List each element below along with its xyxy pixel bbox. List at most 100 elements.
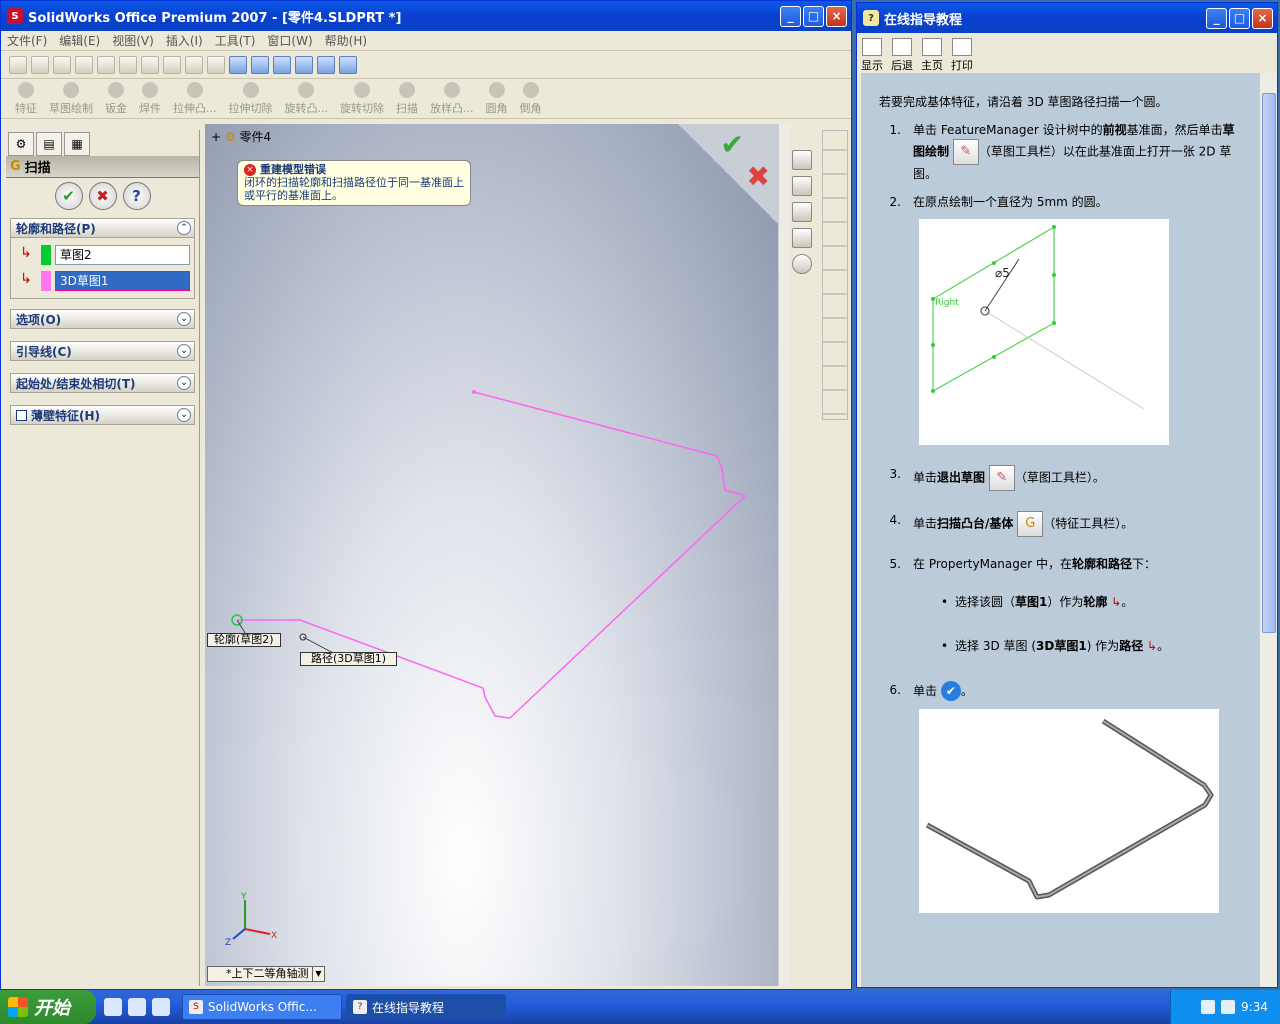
rotate-icon[interactable] bbox=[295, 55, 313, 74]
help-toolbar: 显示 后退 主页 打印 bbox=[857, 33, 1277, 73]
features-toolbar: 特征 草图绘制 钣金 焊件 拉伸凸... 拉伸切除 旋转凸... 旋转切除 扫描… bbox=[1, 79, 851, 119]
feature-btn-extrude-boss[interactable]: 拉伸凸... bbox=[173, 82, 217, 118]
show-desktop-icon[interactable] bbox=[128, 998, 146, 1016]
menu-help[interactable]: 帮助(H) bbox=[325, 32, 367, 49]
feature-btn-chamfer[interactable]: 倒角 bbox=[520, 82, 542, 118]
solidworks-logo-icon: S bbox=[7, 8, 23, 24]
profile-field[interactable]: 草图2 bbox=[55, 245, 190, 265]
start-button[interactable]: 开始 bbox=[0, 990, 96, 1024]
minimize-button[interactable]: _ bbox=[780, 6, 801, 27]
help-close-button[interactable]: × bbox=[1252, 8, 1273, 29]
feature-btn-fillet[interactable]: 圆角 bbox=[486, 82, 508, 118]
exit-sketch-icon: ✎ bbox=[988, 465, 1015, 491]
options-header[interactable]: 选项(O) ⌄ bbox=[10, 309, 195, 329]
feature-btn-sweep[interactable]: 扫描 bbox=[396, 82, 418, 118]
menu-view[interactable]: 视图(V) bbox=[112, 32, 154, 49]
task-solidworks[interactable]: S SolidWorks Offic... bbox=[182, 994, 342, 1020]
thin-header[interactable]: 薄壁特征(H) ⌄ bbox=[10, 405, 195, 425]
zoom-area-icon[interactable] bbox=[251, 55, 269, 74]
select-icon[interactable] bbox=[141, 55, 159, 74]
keyboard-icon[interactable] bbox=[1201, 1000, 1216, 1014]
help-button[interactable]: ? bbox=[122, 182, 151, 210]
help-show-button[interactable]: 显示 bbox=[861, 38, 883, 73]
collapse-pane-icon[interactable] bbox=[792, 254, 812, 274]
feature-btn-features[interactable]: 特征 bbox=[15, 82, 37, 118]
view-palette-icon[interactable] bbox=[792, 228, 812, 248]
help-print-button[interactable]: 打印 bbox=[951, 38, 973, 73]
property-manager-tab[interactable]: ▤ bbox=[36, 132, 62, 156]
open-icon[interactable] bbox=[31, 55, 49, 74]
help-minimize-button[interactable]: _ bbox=[1206, 8, 1227, 29]
expand-icon[interactable]: ⌄ bbox=[177, 312, 191, 326]
path-icon: ↳ bbox=[20, 271, 32, 287]
ie-icon[interactable] bbox=[104, 998, 122, 1016]
view-orientation-dropdown[interactable]: *上下二等角轴测 ▼ bbox=[207, 966, 325, 982]
task-help[interactable]: ? 在线指导教程 bbox=[346, 994, 506, 1020]
dropdown-arrow-icon[interactable]: ▼ bbox=[312, 967, 324, 981]
ok-button[interactable]: ✔ bbox=[54, 182, 83, 210]
menu-insert[interactable]: 插入(I) bbox=[166, 32, 203, 49]
help-home-button[interactable]: 主页 bbox=[921, 38, 943, 73]
feature-btn-extrude-cut[interactable]: 拉伸切除 bbox=[229, 82, 273, 118]
path-field[interactable]: 3D草图1 bbox=[55, 271, 190, 291]
close-button[interactable]: × bbox=[826, 6, 847, 27]
help-scroll-thumb[interactable] bbox=[1262, 93, 1276, 633]
print-icon[interactable] bbox=[75, 55, 93, 74]
collapse-icon[interactable]: ⌃ bbox=[177, 221, 191, 235]
expand-icon[interactable]: ⌄ bbox=[177, 408, 191, 422]
maximize-button[interactable]: □ bbox=[803, 6, 824, 27]
expand-icon[interactable]: ⌄ bbox=[177, 376, 191, 390]
graphics-scrollbar[interactable] bbox=[778, 124, 790, 986]
zoom-fit-icon[interactable] bbox=[229, 55, 247, 74]
help-bullet-2: • 选择 3D 草图 (3D草图1) 作为路径 ↳。 bbox=[941, 639, 1170, 653]
configuration-manager-tab[interactable]: ▦ bbox=[64, 132, 90, 156]
tangency-section: 起始处/结束处相切(T) ⌄ bbox=[10, 373, 195, 393]
new-icon[interactable] bbox=[9, 55, 27, 74]
sketch-canvas: Y X Z bbox=[225, 390, 747, 948]
network-icon[interactable] bbox=[1221, 1000, 1236, 1014]
guides-header[interactable]: 引导线(C) ⌄ bbox=[10, 341, 195, 361]
save-icon[interactable] bbox=[53, 55, 71, 74]
options-icon[interactable] bbox=[185, 55, 203, 74]
feature-btn-sheetmetal[interactable]: 钣金 bbox=[105, 82, 127, 118]
help-window: ? 在线指导教程 _ □ × 显示 后退 主页 打印 若要完成基体特征，请沿着 … bbox=[856, 2, 1278, 988]
triad-icon bbox=[232, 900, 271, 940]
redo-icon[interactable] bbox=[119, 55, 137, 74]
menu-file[interactable]: 文件(F) bbox=[7, 32, 47, 49]
help-window-icon: ? bbox=[863, 10, 879, 26]
feature-manager-tab[interactable]: ⚙ bbox=[8, 132, 34, 156]
feature-btn-revolve-boss[interactable]: 旋转凸... bbox=[285, 82, 328, 118]
profile-select-icon: ↳ bbox=[1111, 595, 1122, 609]
file-explorer-icon[interactable] bbox=[792, 202, 812, 222]
help-icon[interactable] bbox=[207, 55, 225, 74]
help-back-button[interactable]: 后退 bbox=[891, 38, 913, 73]
zoom-inout-icon[interactable] bbox=[273, 55, 291, 74]
profile-path-header[interactable]: 轮廓和路径(P) ⌃ bbox=[10, 218, 195, 238]
view-orientation-icon[interactable] bbox=[339, 55, 357, 74]
rebuild-icon[interactable] bbox=[163, 55, 181, 74]
feature-btn-sketch[interactable]: 草图绘制 bbox=[49, 82, 93, 118]
home-icon[interactable] bbox=[792, 150, 812, 170]
tangency-header[interactable]: 起始处/结束处相切(T) ⌄ bbox=[10, 373, 195, 393]
expand-icon[interactable]: ⌄ bbox=[177, 344, 191, 358]
pm-title: G 扫描 bbox=[6, 156, 199, 178]
menu-window[interactable]: 窗口(W) bbox=[267, 32, 312, 49]
menu-edit[interactable]: 编辑(E) bbox=[59, 32, 100, 49]
feature-btn-weldments[interactable]: 焊件 bbox=[139, 82, 161, 118]
menu-tools[interactable]: 工具(T) bbox=[215, 32, 256, 49]
thin-checkbox[interactable] bbox=[16, 409, 27, 421]
help-scrollbar[interactable] bbox=[1259, 73, 1277, 987]
sweep-result-svg bbox=[925, 718, 1214, 900]
design-library-icon[interactable] bbox=[792, 176, 812, 196]
sw-title-text: SolidWorks Office Premium 2007 - [零件4.SL… bbox=[28, 10, 402, 26]
feature-btn-revolve-cut[interactable]: 旋转切除 bbox=[340, 82, 384, 118]
axis-z-label: Z bbox=[225, 938, 231, 948]
pan-icon[interactable] bbox=[317, 55, 335, 74]
cancel-button[interactable]: ✖ bbox=[88, 182, 117, 210]
profile-color-swatch bbox=[41, 245, 51, 265]
help-maximize-button[interactable]: □ bbox=[1229, 8, 1250, 29]
undo-icon[interactable] bbox=[97, 55, 115, 74]
media-icon[interactable] bbox=[152, 998, 170, 1016]
feature-btn-loft[interactable]: 放样凸... bbox=[430, 82, 474, 118]
graphics-area[interactable]: + ⚙ 零件4 ✔ ✖ × 重建模型错误 闭环的扫描轮廓和扫描路径位于同一基准面… bbox=[205, 124, 778, 986]
